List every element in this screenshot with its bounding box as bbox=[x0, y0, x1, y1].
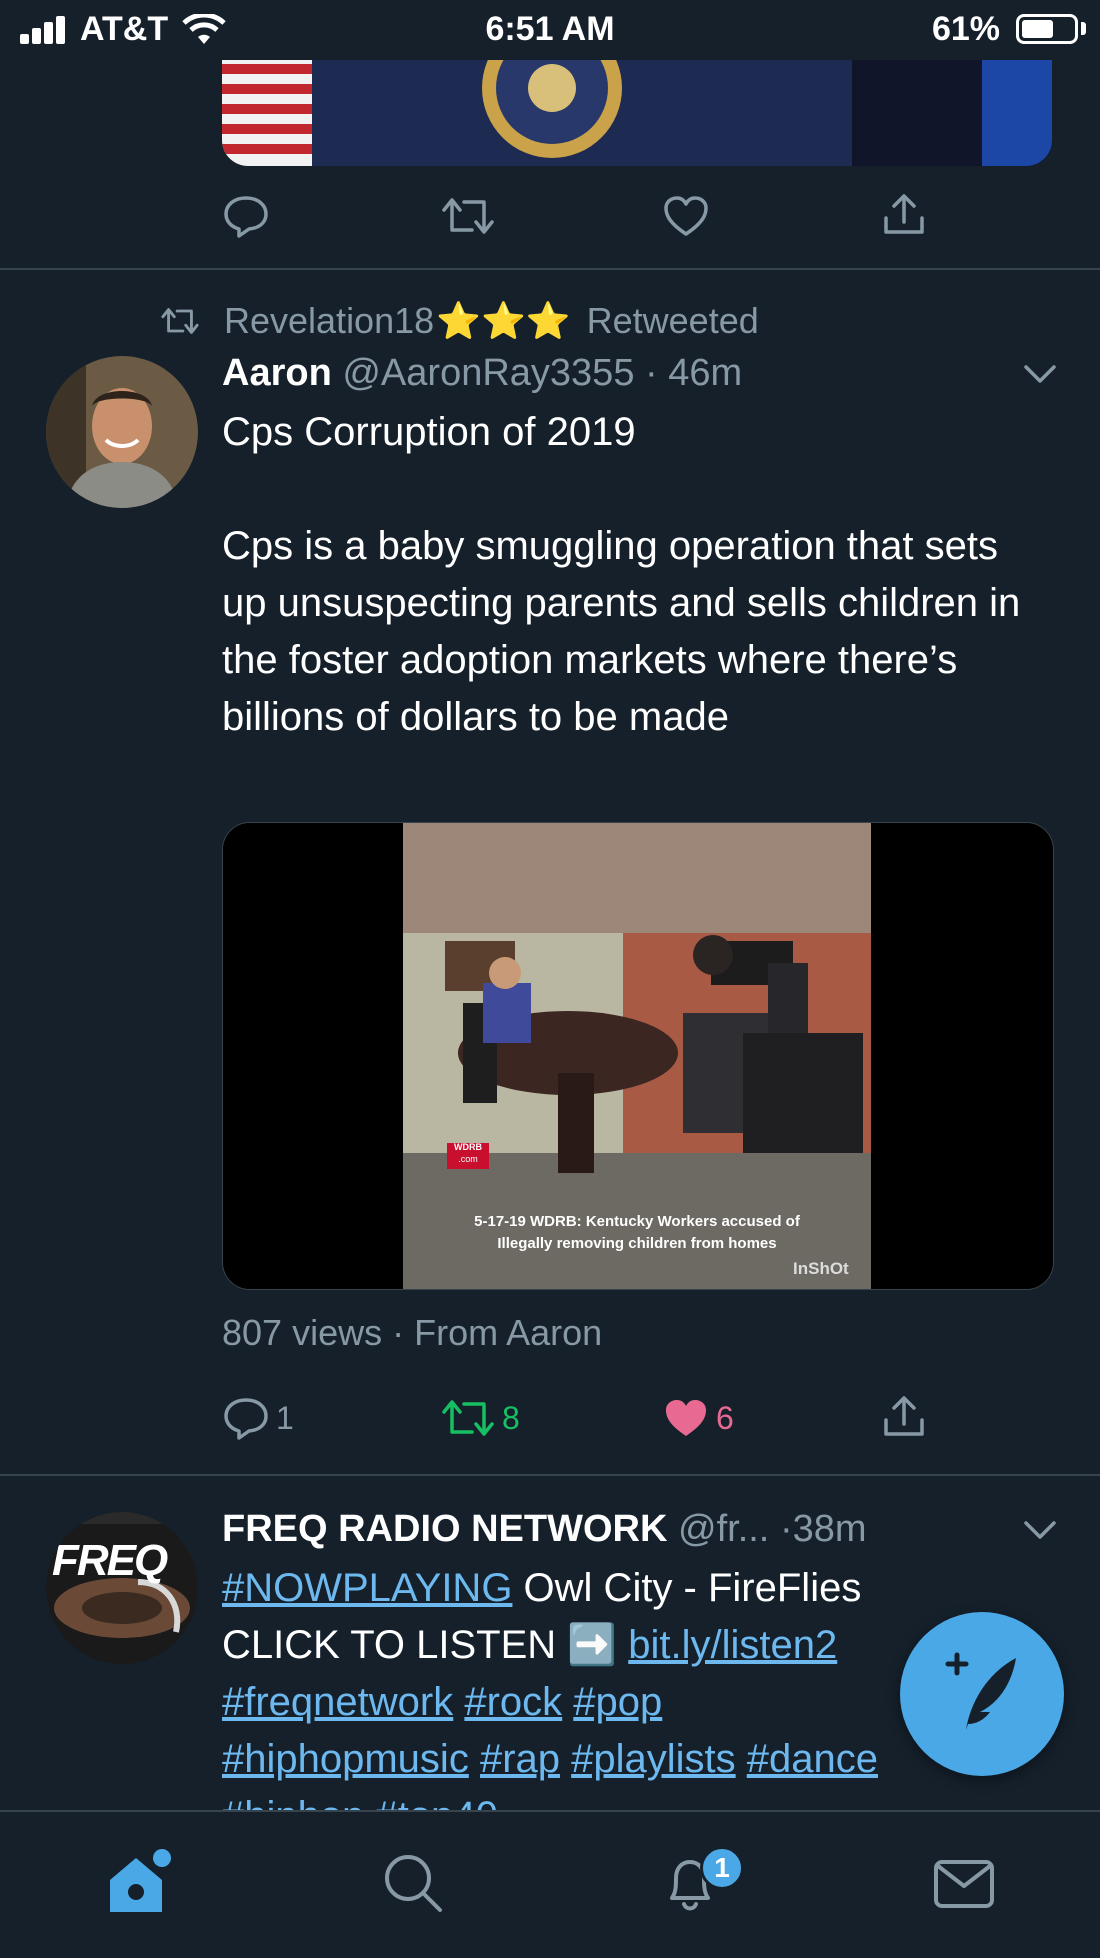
hashtag-link[interactable]: #dance bbox=[747, 1737, 878, 1781]
chevron-down-icon[interactable] bbox=[1022, 362, 1058, 386]
share-button[interactable] bbox=[880, 1394, 928, 1440]
tab-notifications[interactable]: 1 bbox=[656, 1846, 744, 1923]
tab-messages[interactable] bbox=[932, 1852, 996, 1921]
tweet-video[interactable]: WDRB .com 5-17-19 WDRB: Kentucky Workers… bbox=[222, 822, 1054, 1290]
tweet-actions: 1 8 6 bbox=[0, 1392, 1100, 1452]
freq-avatar[interactable]: FREQ bbox=[46, 1512, 198, 1664]
previous-tweet-actions bbox=[0, 186, 1100, 246]
hashtag-link[interactable]: #freqnetwork bbox=[222, 1680, 453, 1724]
heart-filled-icon bbox=[666, 1400, 706, 1436]
share-icon bbox=[884, 1396, 924, 1436]
view-count: 807 views bbox=[222, 1312, 383, 1353]
now-playing-text: Owl City - FireFlies bbox=[512, 1566, 862, 1610]
heart-icon bbox=[664, 196, 708, 236]
battery-icon bbox=[1016, 14, 1078, 44]
video-views-line: 807 views · From Aaron bbox=[222, 1312, 603, 1353]
retweeted-label: Retweeted bbox=[586, 300, 759, 341]
hashtag-link[interactable]: #NOWPLAYING bbox=[222, 1566, 512, 1610]
tab-home[interactable] bbox=[104, 1848, 174, 1923]
next-author-name[interactable]: FREQ RADIO NETWORK bbox=[222, 1508, 667, 1550]
video-caption: 5-17-19 WDRB: Kentucky Workers accused o… bbox=[474, 1213, 800, 1252]
author-avatar[interactable] bbox=[46, 356, 198, 508]
click-to-listen-text: CLICK TO LISTEN ➡️ bbox=[222, 1623, 629, 1667]
notifications-badge: 1 bbox=[700, 1846, 744, 1890]
avatar-photo bbox=[46, 356, 198, 508]
reply-icon bbox=[224, 196, 268, 238]
battery-percentage: 61% bbox=[931, 10, 1000, 48]
bottom-tab-bar: 1 bbox=[0, 1810, 1100, 1958]
like-count: 6 bbox=[716, 1399, 734, 1436]
tab-search[interactable] bbox=[382, 1852, 446, 1921]
reply-button[interactable] bbox=[222, 194, 270, 238]
reply-count: 1 bbox=[276, 1399, 294, 1436]
freq-logo-image bbox=[46, 1512, 198, 1664]
hashtag-link[interactable]: #hiphopmusic bbox=[222, 1737, 469, 1781]
share-button[interactable] bbox=[880, 192, 928, 238]
reply-button[interactable]: 1 bbox=[222, 1396, 294, 1440]
next-tweet-time: ·38m bbox=[779, 1508, 867, 1550]
hashtag-link[interactable]: #rock bbox=[464, 1680, 562, 1724]
tweet-text-body: Cps is a baby smuggling operation that s… bbox=[222, 524, 1021, 739]
retweet-icon bbox=[442, 198, 494, 234]
hashtag-link[interactable]: #hiphop bbox=[222, 1794, 364, 1810]
retweet-icon bbox=[161, 308, 199, 334]
compose-tweet-button[interactable] bbox=[900, 1612, 1064, 1776]
previous-tweet-media[interactable] bbox=[222, 58, 1052, 166]
tweet-text: Cps Corruption of 2019 Cps is a baby smu… bbox=[222, 404, 1052, 746]
retweet-button[interactable]: 8 bbox=[440, 1396, 520, 1440]
freq-avatar-text: FREQ bbox=[52, 1536, 168, 1585]
video-source[interactable]: From Aaron bbox=[414, 1312, 602, 1353]
home-icon bbox=[110, 1849, 171, 1912]
chevron-down-icon[interactable] bbox=[1022, 1518, 1058, 1542]
retweet-count: 8 bbox=[502, 1399, 520, 1436]
tweet-text-title: Cps Corruption of 2019 bbox=[222, 410, 636, 454]
retweeted-by-line[interactable]: Revelation18 ⭐⭐⭐ Retweeted bbox=[160, 300, 759, 342]
tweet-header: Aaron @AaronRay3355 · 46m bbox=[222, 352, 743, 394]
inshot-watermark: InShOt bbox=[793, 1259, 849, 1278]
tweet-divider bbox=[0, 268, 1100, 270]
retweet-icon bbox=[442, 1400, 494, 1436]
retweet-button[interactable] bbox=[440, 194, 496, 238]
search-icon bbox=[385, 1855, 442, 1912]
like-button[interactable] bbox=[662, 194, 710, 238]
hashtag-link[interactable]: #top40 bbox=[376, 1794, 498, 1810]
next-author-handle[interactable]: @fr... bbox=[678, 1508, 769, 1550]
author-handle[interactable]: @AaronRay3355 bbox=[342, 352, 634, 394]
tweet-divider bbox=[0, 1474, 1100, 1476]
reply-icon bbox=[224, 1398, 268, 1440]
presidential-podium-image bbox=[222, 58, 1052, 166]
channel-logo: WDRB .com bbox=[454, 1142, 482, 1164]
share-icon bbox=[884, 194, 924, 234]
retweeter-name: Revelation18 bbox=[224, 300, 435, 341]
hashtag-link[interactable]: #playlists bbox=[571, 1737, 736, 1781]
mail-icon bbox=[934, 1860, 994, 1908]
status-bar: AT&T 6:51 AM 61% bbox=[0, 0, 1100, 60]
retweeter-stars: ⭐⭐⭐ bbox=[436, 300, 571, 341]
listen-link[interactable]: bit.ly/listen2 bbox=[628, 1623, 837, 1667]
battery-tip bbox=[1081, 22, 1086, 35]
hashtag-link[interactable]: #rap bbox=[480, 1737, 560, 1781]
tweet-time: 46m bbox=[668, 352, 743, 394]
next-tweet-header: FREQ RADIO NETWORK @fr... ·38m bbox=[222, 1508, 867, 1551]
hashtag-link[interactable]: #pop bbox=[573, 1680, 662, 1724]
compose-feather-icon bbox=[945, 1652, 1016, 1730]
author-name[interactable]: Aaron bbox=[222, 352, 332, 394]
like-button[interactable]: 6 bbox=[662, 1396, 734, 1440]
